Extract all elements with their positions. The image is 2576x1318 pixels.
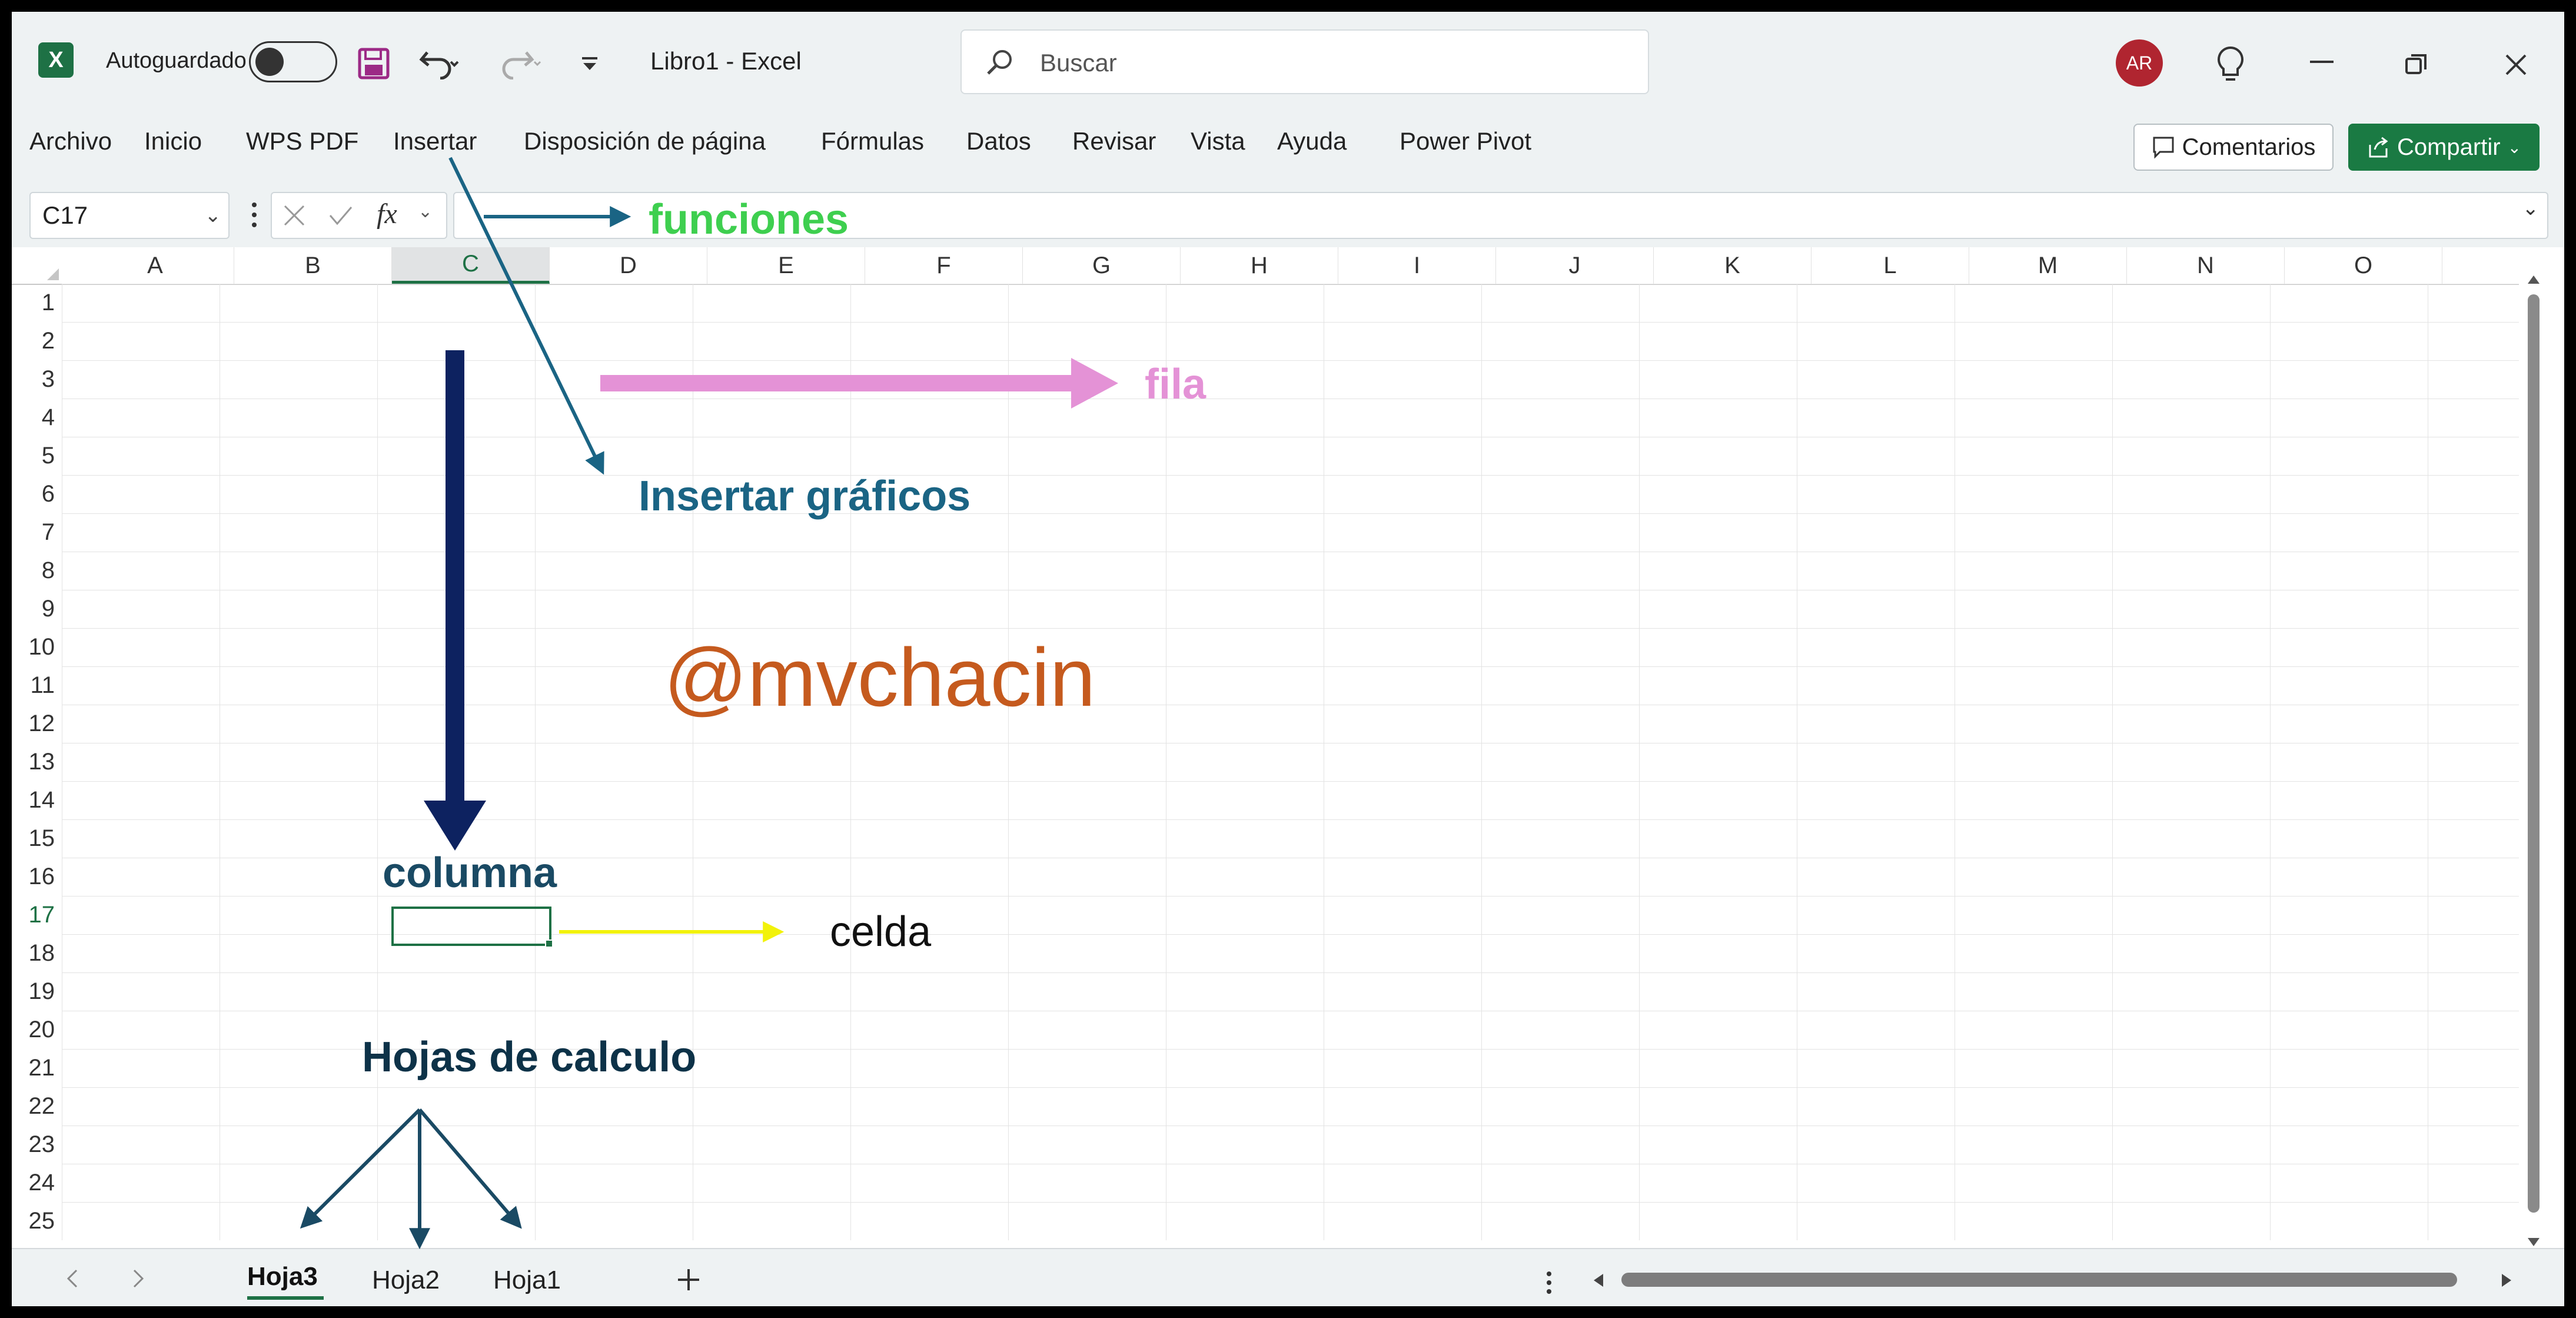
- annotation-overlay: [300, 157, 1118, 1250]
- annotation-columna: columna: [383, 849, 557, 897]
- screenshot-frame: X Autoguardado Libro1 - Excel Buscar AR: [0, 0, 2576, 1318]
- hojas-arrow-right: [418, 1108, 522, 1229]
- annotation-fila: fila: [1145, 361, 1206, 408]
- excel-window: X Autoguardado Libro1 - Excel Buscar AR: [12, 12, 2564, 1306]
- insertar-arrow: [448, 157, 604, 475]
- annotation-funciones: funciones: [649, 196, 849, 243]
- columna-arrow-shaft: [446, 350, 464, 804]
- annotation-insertar-graficos: Insertar gráficos: [639, 473, 971, 520]
- hojas-arrow-left: [300, 1108, 421, 1229]
- fila-arrow-shaft: [600, 375, 1071, 391]
- columna-arrow-head: [424, 801, 486, 851]
- fila-arrow-head: [1071, 358, 1118, 409]
- annotation-celda: celda: [830, 908, 932, 955]
- watermark-text: @mvchacin: [664, 631, 1096, 723]
- annotation-hojas-de-calculo: Hojas de calculo: [362, 1034, 697, 1081]
